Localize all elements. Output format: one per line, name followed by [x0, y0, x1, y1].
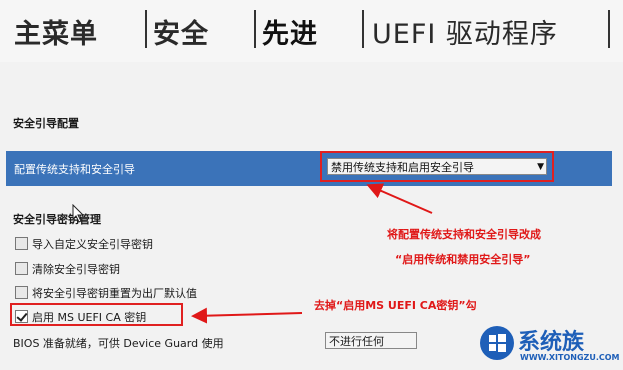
windows-logo-icon: [480, 326, 514, 360]
annotation-arrows: [191, 183, 433, 324]
annotation-text: 将配置传统支持和安全引导改成: [387, 228, 541, 241]
watermark-title: 系统族: [518, 330, 585, 355]
annotation-text: 去掉“启用MS UEFI CA密钥”勾: [314, 299, 477, 312]
arrow-to-ca-key: [191, 307, 303, 324]
mouse-cursor-icon: [72, 204, 85, 223]
arrow-to-select: [366, 183, 433, 214]
site-watermark: 系统族 WWW.XITONGZU.COM: [476, 322, 623, 370]
watermark-url: WWW.XITONGZU.COM: [520, 353, 620, 362]
annotation-text: “启用传统和禁用安全引导”: [395, 253, 531, 266]
